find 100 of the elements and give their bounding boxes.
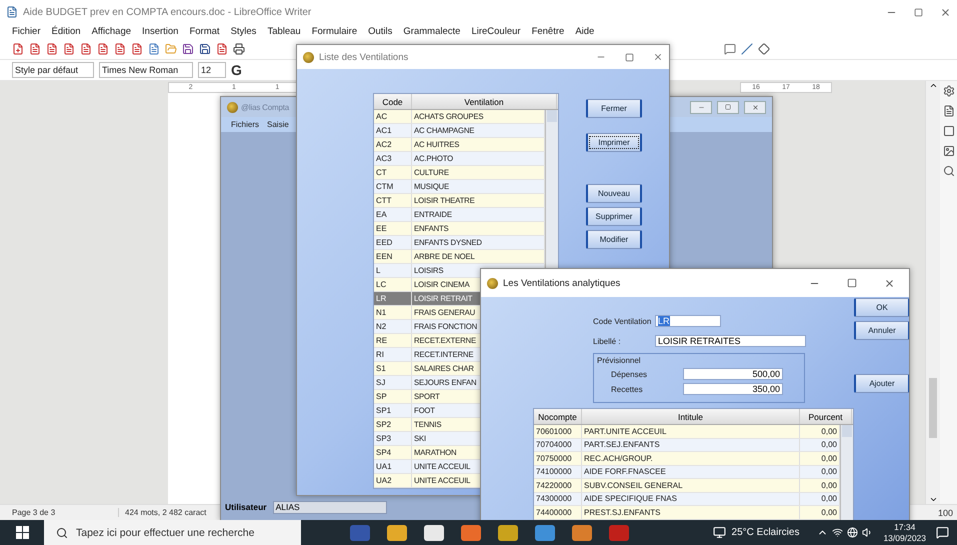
comment-icon[interactable] bbox=[724, 43, 736, 55]
column-header[interactable]: Nocompte bbox=[534, 409, 582, 424]
print-icon[interactable] bbox=[233, 43, 245, 55]
dialog-button[interactable]: Annuler bbox=[854, 321, 909, 340]
close-icon[interactable] bbox=[884, 278, 895, 288]
menu-item[interactable]: Fenêtre bbox=[532, 26, 564, 37]
font-name-box[interactable]: Times New Roman bbox=[99, 62, 193, 78]
table-cell: AC bbox=[374, 110, 412, 123]
volume-icon[interactable] bbox=[862, 527, 874, 538]
dialog-button[interactable]: Fermer bbox=[586, 99, 642, 118]
menu-item[interactable]: Styles bbox=[230, 26, 256, 37]
menu-item[interactable]: Édition bbox=[52, 26, 81, 37]
windows-logo-icon[interactable] bbox=[16, 526, 28, 539]
menu-item[interactable]: Outils bbox=[368, 26, 392, 37]
taskbar-clock[interactable]: 17:34 13/09/2023 bbox=[883, 522, 926, 544]
field-label: Dépenses bbox=[611, 370, 648, 378]
menu-item[interactable]: Tableau bbox=[267, 26, 301, 37]
font-size-box[interactable]: 12 bbox=[198, 62, 226, 78]
notification-icon[interactable] bbox=[936, 526, 949, 539]
dialog-button[interactable]: Supprimer bbox=[586, 207, 642, 226]
search-icon[interactable] bbox=[56, 526, 68, 538]
document-icon[interactable] bbox=[29, 43, 41, 55]
document-icon[interactable] bbox=[46, 43, 58, 55]
label-field[interactable]: LOISIR RETRAITES bbox=[655, 335, 806, 347]
table-cell: AIDE FORF.FNASCEE bbox=[582, 466, 800, 478]
menu-item[interactable]: Affichage bbox=[92, 26, 132, 37]
column-header[interactable]: Ventilation bbox=[412, 94, 557, 109]
menu-item[interactable]: Saisie bbox=[267, 120, 289, 129]
document-icon[interactable] bbox=[148, 43, 160, 55]
table-cell: SJ bbox=[374, 376, 412, 389]
column-header[interactable]: Pourcent bbox=[800, 409, 852, 424]
group-title: Prévisionnel bbox=[597, 356, 642, 365]
close-icon[interactable] bbox=[752, 104, 758, 110]
line-icon[interactable] bbox=[741, 43, 753, 55]
maximize-button[interactable] bbox=[717, 100, 739, 114]
monitor-icon[interactable] bbox=[712, 526, 726, 539]
chevron-down-icon[interactable] bbox=[928, 495, 938, 504]
table-cell: EA bbox=[374, 208, 412, 221]
paragraph-style-box[interactable]: Style par défaut bbox=[12, 62, 94, 78]
code-field[interactable]: LR bbox=[655, 315, 721, 327]
dialog-button[interactable]: OK bbox=[854, 298, 909, 317]
bold-button[interactable]: G bbox=[231, 62, 242, 78]
image-icon[interactable] bbox=[942, 145, 954, 157]
menu-item[interactable]: Insertion bbox=[142, 26, 178, 37]
settings-icon[interactable] bbox=[942, 85, 954, 97]
square-icon[interactable] bbox=[942, 125, 954, 137]
document-icon[interactable] bbox=[131, 43, 143, 55]
dialog-button[interactable]: Modifier bbox=[586, 230, 642, 249]
taskbar-app-icon[interactable] bbox=[572, 524, 592, 540]
close-icon[interactable] bbox=[653, 52, 663, 62]
menu-item[interactable]: Formulaire bbox=[312, 26, 358, 37]
document-icon[interactable] bbox=[114, 43, 126, 55]
table-cell: LR bbox=[374, 292, 412, 305]
amount-field[interactable]: 500,00 bbox=[683, 368, 783, 380]
taskbar-app-icon[interactable] bbox=[424, 524, 444, 540]
scrollbar[interactable] bbox=[925, 81, 940, 504]
menu-item[interactable]: Fichiers bbox=[231, 120, 260, 129]
dialog-button[interactable]: Nouveau bbox=[586, 184, 642, 203]
maximize-icon[interactable] bbox=[625, 52, 634, 62]
document-icon[interactable] bbox=[80, 43, 92, 55]
taskbar-app-icon[interactable] bbox=[386, 524, 406, 540]
scrollbar-thumb[interactable] bbox=[929, 378, 937, 438]
document-icon[interactable] bbox=[216, 43, 228, 55]
word-count: 424 mots, 2 482 caract bbox=[124, 508, 206, 517]
maximize-icon[interactable] bbox=[725, 104, 731, 110]
close-icon[interactable] bbox=[940, 6, 951, 18]
globe-icon[interactable] bbox=[847, 527, 858, 538]
document-icon[interactable] bbox=[97, 43, 109, 55]
weather-text[interactable]: 25°C Eclaircies bbox=[732, 527, 800, 538]
scrollbar[interactable] bbox=[840, 425, 853, 520]
wifi-icon[interactable] bbox=[832, 527, 844, 538]
document-icon[interactable] bbox=[63, 43, 75, 55]
chevron-up-icon[interactable] bbox=[928, 81, 938, 90]
document-icon[interactable] bbox=[12, 43, 24, 55]
field-label: Libellé : bbox=[593, 336, 622, 346]
dialog-button[interactable]: Imprimer bbox=[586, 133, 642, 152]
save-icon[interactable] bbox=[199, 43, 211, 55]
diamond-icon[interactable] bbox=[758, 43, 770, 55]
search-icon[interactable] bbox=[942, 165, 954, 177]
menu-item[interactable]: LireCouleur bbox=[471, 26, 521, 37]
zoom-level: 100 bbox=[938, 508, 954, 518]
save-icon[interactable] bbox=[182, 43, 194, 55]
document-icon[interactable] bbox=[942, 105, 954, 117]
column-header[interactable]: Code bbox=[374, 94, 412, 109]
menu-item[interactable]: Format bbox=[189, 26, 220, 37]
taskbar-app-icon[interactable] bbox=[498, 524, 518, 540]
restore-icon[interactable] bbox=[914, 8, 923, 16]
menu-item[interactable]: Aide bbox=[575, 26, 594, 37]
table-cell: RE bbox=[374, 334, 412, 347]
menu-item[interactable]: Fichier bbox=[12, 26, 41, 37]
table-cell: SP2 bbox=[374, 418, 412, 431]
table-cell: L bbox=[374, 264, 412, 277]
taskbar-search-field[interactable]: Tapez ici pour effectuer une recherche bbox=[44, 520, 301, 545]
maximize-icon[interactable] bbox=[847, 278, 857, 288]
dialog-button[interactable]: Ajouter bbox=[854, 374, 909, 393]
amount-field[interactable]: 350,00 bbox=[683, 383, 783, 395]
field-label: Recettes bbox=[611, 384, 644, 394]
table-cell: AC3 bbox=[374, 152, 412, 165]
menu-item[interactable]: Grammalecte bbox=[403, 26, 460, 37]
column-header[interactable]: Intitule bbox=[582, 409, 800, 424]
